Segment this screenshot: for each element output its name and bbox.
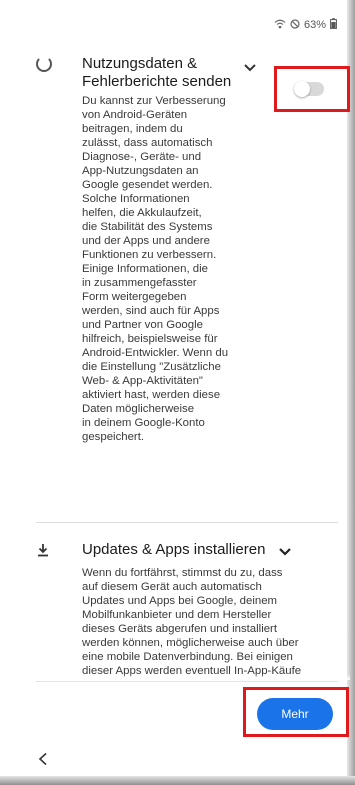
toggle-knob — [294, 81, 310, 97]
battery-percent: 63% — [303, 19, 326, 31]
status-bar: 63% — [274, 18, 337, 32]
footer-divider — [36, 681, 338, 682]
more-button[interactable]: Mehr — [257, 698, 333, 730]
frame-shadow-right — [347, 0, 355, 785]
section-divider — [36, 522, 338, 523]
usage-data-toggle[interactable] — [294, 81, 324, 97]
battery-icon — [330, 18, 337, 32]
updates-section-title[interactable]: Updates & Apps installieren — [82, 541, 265, 559]
wifi-icon — [274, 19, 286, 32]
back-arrow-icon[interactable] — [36, 752, 50, 766]
usage-section-body: Du kannst zur Verbesserung von Android-G… — [82, 95, 229, 443]
usage-section-title[interactable]: Nutzungsdaten & Fehlerberichte senden — [82, 55, 247, 91]
updates-section-body: Wenn du fortfährst, stimmst du zu, dass … — [82, 567, 302, 677]
frame-shadow-bottom — [0, 776, 355, 785]
scroll-fade — [60, 674, 350, 680]
chevron-down-icon[interactable] — [243, 61, 257, 75]
chevron-down-icon[interactable] — [278, 545, 292, 559]
dnd-icon — [290, 18, 300, 32]
download-icon — [36, 543, 50, 557]
loading-spinner-icon — [36, 56, 52, 72]
